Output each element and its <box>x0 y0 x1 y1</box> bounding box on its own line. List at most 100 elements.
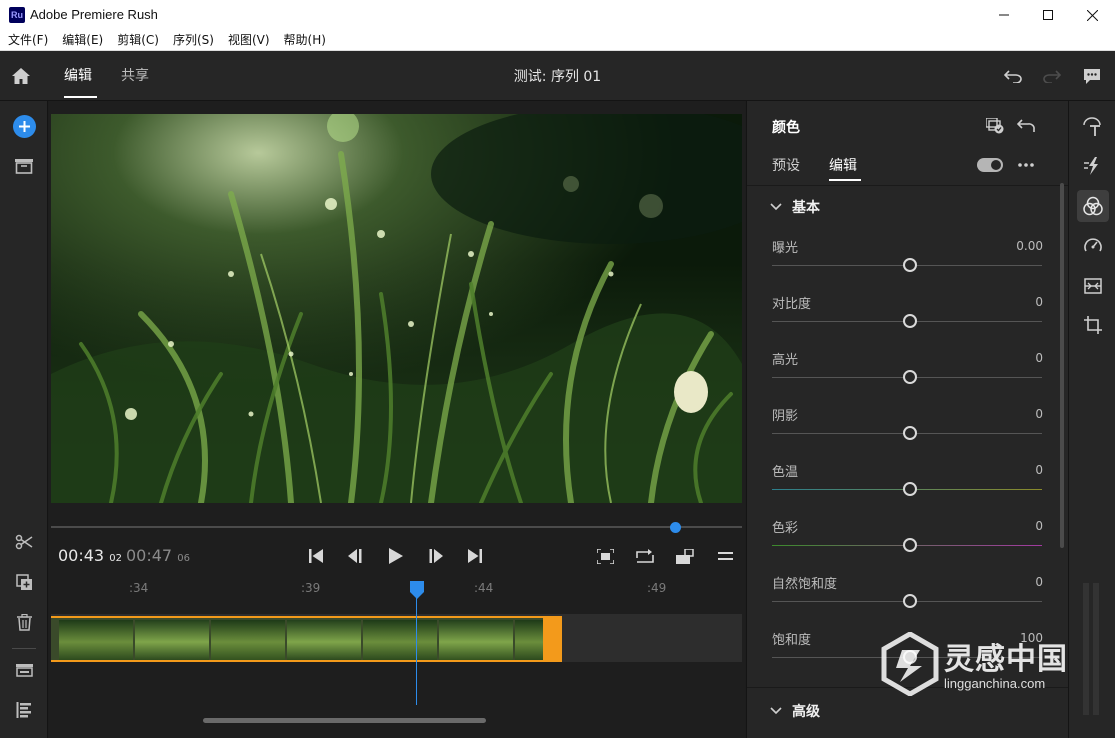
slider-exposure-value[interactable]: 0.00 <box>1016 239 1043 253</box>
playhead-marker[interactable] <box>410 581 424 599</box>
panel-divider <box>747 185 1069 186</box>
go-to-end-icon <box>468 549 482 563</box>
go-to-start-button[interactable] <box>306 546 326 566</box>
menu-edit[interactable]: 编辑(E) <box>62 30 103 50</box>
slider-exposure-handle[interactable] <box>903 258 917 272</box>
minimize-icon <box>999 14 1009 16</box>
watermark-logo-icon <box>881 632 939 696</box>
menu-help[interactable]: 帮助(H) <box>284 30 326 50</box>
slider-exposure-label: 曝光 <box>772 241 799 256</box>
undo-button[interactable] <box>1002 65 1024 87</box>
slider-temperature-handle[interactable] <box>903 482 917 496</box>
menu-bar: 文件(F) 编辑(E) 剪辑(C) 序列(S) 视图(V) 帮助(H) <box>0 30 1115 51</box>
transitions-icon <box>1084 157 1098 175</box>
menu-file[interactable]: 文件(F) <box>8 30 48 50</box>
slider-tint-value[interactable]: 0 <box>1035 519 1043 533</box>
fullscreen-icon <box>596 548 614 564</box>
slider-highlights-handle[interactable] <box>903 370 917 384</box>
ruler-label: :49 <box>647 581 667 595</box>
left-toolbar <box>0 101 48 738</box>
watermark-en: lingganchina.com <box>944 676 1046 691</box>
slider-shadows-label: 阴影 <box>772 409 799 424</box>
clip-thumbnail <box>515 620 543 660</box>
panel-title: 颜色 <box>772 120 800 136</box>
scrub-bar[interactable] <box>51 526 742 528</box>
play-button[interactable] <box>386 546 406 566</box>
duration-timecode: 00:47 06 <box>126 546 190 565</box>
add-media-button[interactable] <box>13 115 36 138</box>
reset-button[interactable] <box>1016 116 1036 136</box>
clip-trim-handle[interactable] <box>543 616 561 662</box>
slider-contrast-value[interactable]: 0 <box>1035 295 1043 309</box>
current-frames: 02 <box>109 553 122 564</box>
panel-scrollbar[interactable] <box>1060 183 1064 548</box>
minimize-button[interactable] <box>981 0 1027 30</box>
slider-contrast-label: 对比度 <box>772 297 812 312</box>
slider-temperature-value[interactable]: 0 <box>1035 463 1043 477</box>
slider-temperature-label: 色温 <box>772 465 799 480</box>
scrub-handle[interactable] <box>670 522 681 533</box>
slider-vibrance-value[interactable]: 0 <box>1035 575 1043 589</box>
track-settings-button[interactable] <box>14 660 34 680</box>
video-clip[interactable] <box>51 616 562 662</box>
transitions-button[interactable] <box>1082 155 1104 177</box>
playhead-line <box>416 595 417 705</box>
slider-tint-handle[interactable] <box>903 538 917 552</box>
transform-button[interactable] <box>1082 314 1104 336</box>
menu-sequence[interactable]: 序列(S) <box>173 30 214 50</box>
speed-button[interactable] <box>1082 234 1104 256</box>
close-button[interactable] <box>1069 0 1115 30</box>
color-enable-toggle[interactable] <box>977 158 1003 172</box>
feedback-button[interactable] <box>1081 65 1103 87</box>
timeline-tracks-button[interactable] <box>14 700 34 720</box>
step-back-button[interactable] <box>346 546 366 566</box>
slider-shadows-handle[interactable] <box>903 426 917 440</box>
slider-vibrance-handle[interactable] <box>903 594 917 608</box>
slider-highlights-value[interactable]: 0 <box>1035 351 1043 365</box>
step-forward-button[interactable] <box>425 546 445 566</box>
editor-center: 00:43 02 00:47 06 :34 :39 :44:49 <box>49 101 745 738</box>
loop-icon <box>636 548 654 563</box>
reset-icon <box>1017 119 1035 132</box>
duplicate-button[interactable] <box>14 572 34 592</box>
go-to-start-icon <box>309 549 323 563</box>
menu-clip[interactable]: 剪辑(C) <box>117 30 159 50</box>
menu-view[interactable]: 视图(V) <box>228 30 270 50</box>
color-button[interactable] <box>1082 195 1104 217</box>
split-button[interactable] <box>14 532 34 552</box>
tab-active-indicator <box>829 179 861 181</box>
go-to-end-button[interactable] <box>465 546 485 566</box>
tab-edit-color[interactable]: 编辑 <box>829 155 857 175</box>
more-options-button[interactable] <box>1017 157 1035 173</box>
aspect-ratio-icon <box>676 548 694 564</box>
ruler-label: :44 <box>474 581 494 595</box>
timeline-scrollbar[interactable] <box>203 718 486 723</box>
duplicate-icon <box>15 573 32 590</box>
fullscreen-button[interactable] <box>595 546 615 566</box>
maximize-button[interactable] <box>1025 0 1071 30</box>
loop-button[interactable] <box>635 546 655 566</box>
preview-frame-image <box>51 114 742 503</box>
slider-contrast-handle[interactable] <box>903 314 917 328</box>
aspect-ratio-button[interactable] <box>675 546 695 566</box>
delete-button[interactable] <box>14 612 34 632</box>
chevron-down-icon[interactable] <box>770 201 782 213</box>
titles-button[interactable] <box>1082 116 1104 138</box>
player-menu-button[interactable] <box>715 546 735 566</box>
project-bin-button[interactable] <box>14 156 34 176</box>
watermark-cn: 灵感中国 <box>944 642 1068 677</box>
audio-button[interactable] <box>1082 275 1104 297</box>
chevron-down-icon[interactable] <box>770 705 782 717</box>
rail-divider <box>12 648 36 649</box>
watermark: 灵感中国 lingganchina.com <box>880 630 1100 700</box>
video-preview[interactable] <box>51 114 742 503</box>
project-bin-icon <box>15 159 33 174</box>
redo-button[interactable] <box>1041 65 1063 87</box>
section-basic[interactable]: 基本 <box>792 197 820 217</box>
section-advanced[interactable]: 高级 <box>792 701 820 721</box>
close-icon <box>1086 9 1098 21</box>
tab-active-indicator <box>64 96 97 98</box>
slider-shadows-value[interactable]: 0 <box>1035 407 1043 421</box>
tab-presets[interactable]: 预设 <box>772 155 800 175</box>
compare-button[interactable] <box>985 116 1005 136</box>
